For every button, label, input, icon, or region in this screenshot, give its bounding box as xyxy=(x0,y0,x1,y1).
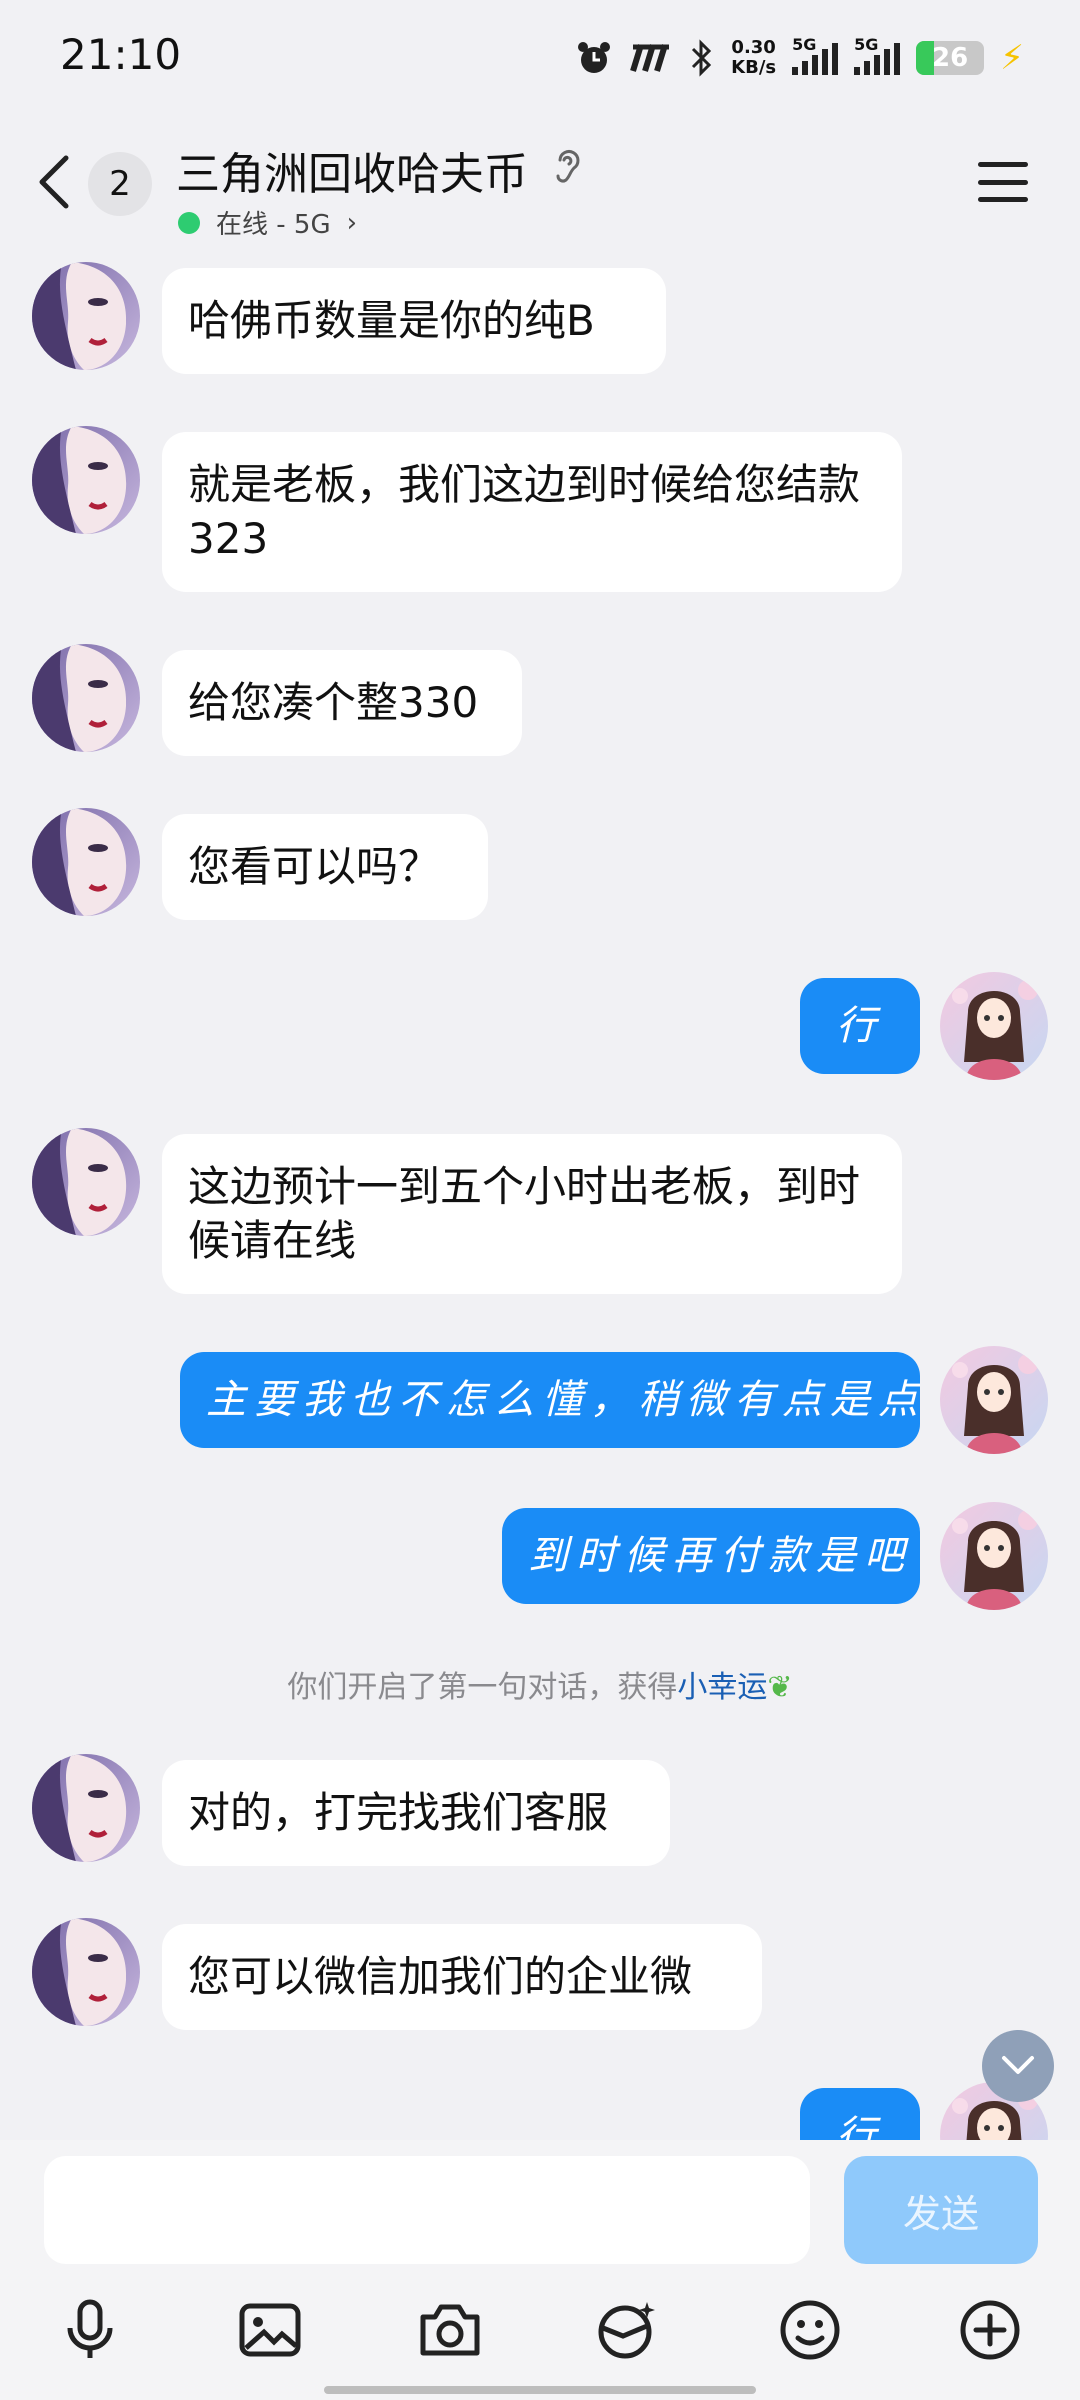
contact-avatar[interactable] xyxy=(32,1754,140,1862)
contact-avatar[interactable] xyxy=(32,644,140,752)
online-status[interactable]: 在线 - 5G › xyxy=(178,204,357,241)
status-icons: 0.30 KB/s 5G 5G 26 ⚡ xyxy=(575,34,1024,82)
sticker-button[interactable] xyxy=(588,2290,668,2370)
sprout-icon: ❦ xyxy=(767,1670,793,1705)
message-input[interactable] xyxy=(44,2156,810,2264)
contact-avatar[interactable] xyxy=(32,426,140,534)
incoming-bubble[interactable]: 这边预计一到五个小时出老板，到时候请在线 xyxy=(162,1134,902,1294)
chat-header: 2 三角洲回收哈夫币 在线 - 5G › xyxy=(0,120,1080,250)
my-avatar[interactable] xyxy=(940,1502,1048,1610)
bluetooth-icon xyxy=(692,39,712,77)
status-bar: 21:10 0.30 KB/s 5G 5G 26 ⚡ xyxy=(0,0,1080,120)
contact-avatar[interactable] xyxy=(32,1918,140,2026)
unread-count-badge[interactable]: 2 xyxy=(88,152,152,216)
camera-button[interactable] xyxy=(410,2290,490,2370)
my-avatar[interactable] xyxy=(940,972,1048,1080)
contact-avatar[interactable] xyxy=(32,808,140,916)
incoming-bubble[interactable]: 您看可以吗？ xyxy=(162,814,488,920)
plus-icon xyxy=(960,2300,1020,2360)
contact-avatar[interactable] xyxy=(32,262,140,370)
chevron-down-icon xyxy=(1002,2056,1034,2074)
menu-icon[interactable] xyxy=(978,162,1028,202)
outgoing-bubble[interactable]: 主要我也不怎么懂，稍微有点是点 xyxy=(180,1352,920,1448)
chevron-right-icon: › xyxy=(346,207,358,238)
incoming-bubble[interactable]: 哈佛币数量是你的纯B xyxy=(162,268,666,374)
system-note: 你们开启了第一句对话，获得小幸运❦ xyxy=(287,1670,793,1705)
chat-title[interactable]: 三角洲回收哈夫币 xyxy=(176,138,528,202)
incoming-bubble[interactable]: 就是老板，我们这边到时候给您结款323 xyxy=(162,432,902,592)
home-indicator[interactable] xyxy=(324,2386,756,2394)
network-speed: 0.30 KB/s xyxy=(731,37,777,78)
image-button[interactable] xyxy=(230,2290,310,2370)
incoming-bubble[interactable]: 您可以微信加我们的企业微 xyxy=(162,1924,762,2030)
voice-button[interactable] xyxy=(50,2290,130,2370)
smile-icon xyxy=(780,2300,840,2360)
composer-toolbar xyxy=(0,2290,1080,2370)
microphone-icon xyxy=(67,2299,113,2358)
emoji-mask-icon xyxy=(598,2302,655,2359)
more-button[interactable] xyxy=(950,2290,1030,2370)
ear-icon[interactable] xyxy=(552,146,582,186)
lucky-link[interactable]: 小幸运 xyxy=(677,1670,767,1705)
back-icon[interactable] xyxy=(34,152,74,212)
status-time: 21:10 xyxy=(60,30,182,79)
scroll-down-button[interactable] xyxy=(982,2030,1054,2102)
my-avatar[interactable] xyxy=(940,1346,1048,1454)
signal-sim2-icon: 5G xyxy=(854,35,901,75)
alarm-icon xyxy=(578,42,611,73)
outgoing-bubble[interactable]: 到时候再付款是吧 xyxy=(502,1508,920,1604)
incoming-bubble[interactable]: 对的，打完找我们客服 xyxy=(162,1760,670,1866)
outgoing-bubble[interactable]: 行 xyxy=(800,978,920,1074)
charging-icon: ⚡ xyxy=(1000,38,1024,78)
contact-avatar[interactable] xyxy=(32,1128,140,1236)
emoji-button[interactable] xyxy=(770,2290,850,2370)
composer: 发送 xyxy=(0,2140,1080,2400)
send-button[interactable]: 发送 xyxy=(844,2156,1038,2264)
incoming-bubble[interactable]: 给您凑个整330 xyxy=(162,650,522,756)
image-icon xyxy=(239,2303,301,2357)
camera-icon xyxy=(420,2304,480,2356)
signal-sim1-icon: 5G xyxy=(792,35,839,75)
battery-icon: 26 xyxy=(916,41,985,75)
online-dot-icon xyxy=(178,211,200,234)
nfc-icon xyxy=(630,44,670,72)
